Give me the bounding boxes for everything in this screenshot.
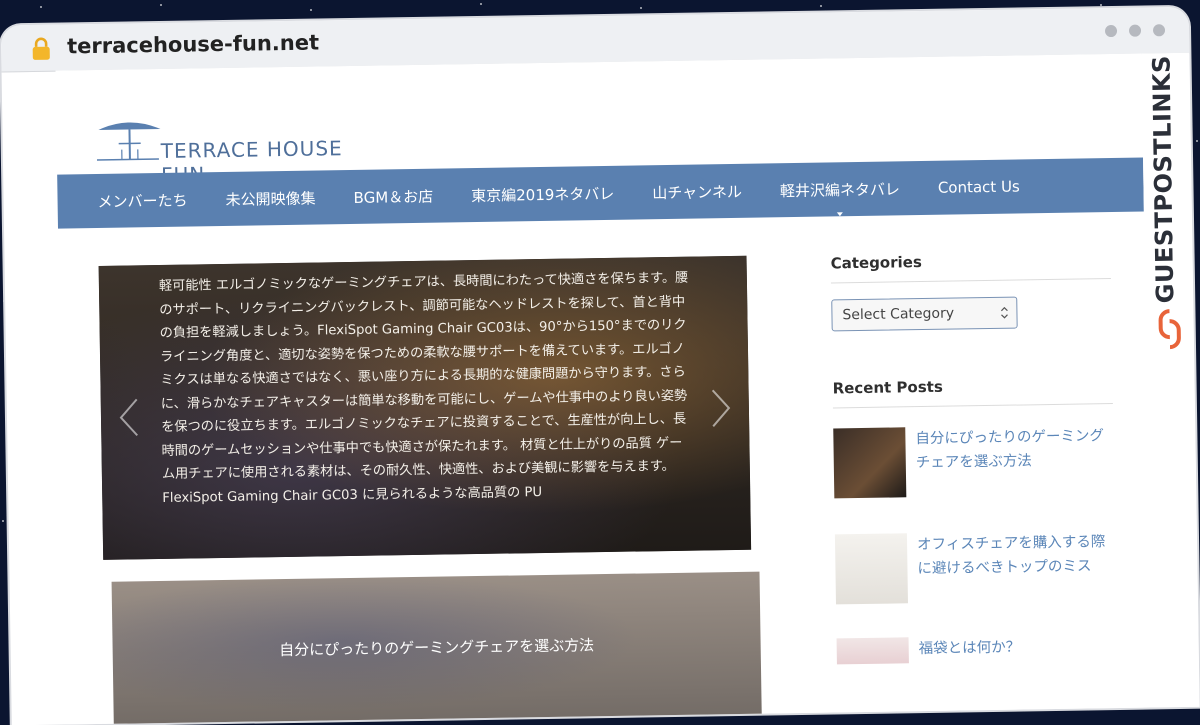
category-select-value: Select Category [842,306,954,324]
featured-slider[interactable]: 軽可能性 エルゴノミックなゲーミングチェアは、長時間にわたって快適さを保ちます。… [99,256,752,560]
parasol-icon [96,119,163,164]
window-dot-1[interactable] [1105,25,1117,37]
categories-heading: Categories [831,250,1111,272]
slider-excerpt: 軽可能性 エルゴノミックなゲーミングチェアは、長時間にわたって快適さを保ちます。… [159,267,693,510]
recent-post-item[interactable]: オフィスチェアを購入する際に避けるべきトップのミス [835,530,1116,604]
guestpostlinks-wordmark: GUESTPOSTLINKS [1148,63,1180,303]
post-thumbnail[interactable] [835,533,908,604]
nav-item-yama-channel[interactable]: 山チャンネル [652,180,742,202]
web-page: TERRACE HOUSE FUN メンバーたち 未公開映像集 BGM＆お店 東… [56,54,1152,725]
lock-icon [31,37,51,61]
window-controls [1105,24,1165,37]
nav-item-tokyo-2019-spoilers[interactable]: 東京編2019ネタバレ [471,182,614,205]
select-arrows-icon [1000,307,1008,319]
nav-item-unreleased-videos[interactable]: 未公開映像集 [225,187,315,209]
nav-item-bgm-shops[interactable]: BGM＆お店 [353,185,433,207]
guestpostlinks-banner: GUESTPOSTLINKS [1141,53,1199,714]
recent-post-title[interactable]: 自分にぴったりのゲーミングチェアを選ぶ方法 [915,424,1114,497]
nav-item-members[interactable]: メンバーたち [97,189,187,211]
chevron-right-icon[interactable] [709,388,734,428]
recent-post-item[interactable]: 福袋とは何か？ [837,634,1117,664]
category-select[interactable]: Select Category [831,297,1017,332]
divider [833,403,1113,408]
chain-link-logo-icon [1154,307,1185,351]
recent-post-title[interactable]: オフィスチェアを購入する際に避けるべきトップのミス [917,530,1116,603]
recent-posts-heading: Recent Posts [832,375,1112,397]
window-dot-3[interactable] [1153,24,1165,36]
nav-item-contact-us[interactable]: Contact Us [938,177,1020,196]
browser-window: terracehouse-fun.net TERRACE HOUSE FUN メ… [1,7,1200,725]
chevron-left-icon[interactable] [117,397,142,437]
window-dot-2[interactable] [1129,25,1141,37]
post-card[interactable]: 自分にぴったりのゲーミングチェアを選ぶ方法 [112,572,762,725]
caret-down-icon [837,212,843,216]
recent-post-item[interactable]: 自分にぴったりのゲーミングチェアを選ぶ方法 [833,424,1114,498]
post-thumbnail[interactable] [837,637,909,664]
sidebar: Categories Select Category Recent Posts … [831,250,1117,664]
site-logo[interactable]: TERRACE HOUSE FUN [96,115,387,170]
address-bar-url[interactable]: terracehouse-fun.net [67,30,319,58]
nav-item-karuizawa-spoilers[interactable]: 軽井沢編ネタバレ [780,178,900,201]
nav-item-label: 軽井沢編ネタバレ [780,180,900,200]
post-thumbnail[interactable] [833,427,906,498]
divider [831,278,1111,283]
recent-post-title[interactable]: 福袋とは何か？ [919,636,1021,664]
